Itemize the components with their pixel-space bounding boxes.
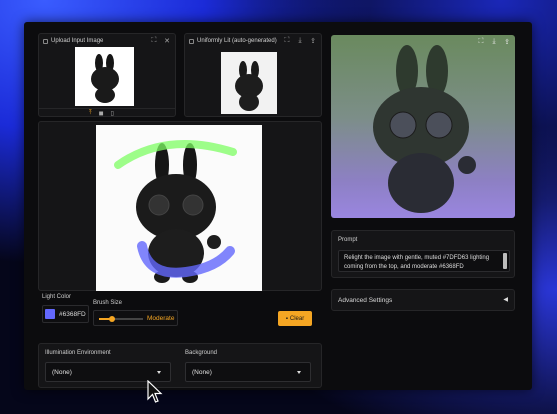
background-select[interactable]: (None) <box>185 362 311 382</box>
brush-size-track[interactable] <box>99 316 143 322</box>
download-icon[interactable]: ⤓ <box>490 38 498 46</box>
prompt-textarea[interactable]: Relight the image with gentle, muted #7D… <box>338 250 510 272</box>
brush-size-label: Brush Size <box>93 300 123 306</box>
uniform-image-thumbnail <box>221 52 277 114</box>
upload-input-panel[interactable]: Upload Input Image ⛶ ✕ ⤒ ◼ ▯ <box>38 33 176 117</box>
brush-size-value: Moderate <box>147 315 175 322</box>
advanced-settings-label: Advanced Settings <box>338 297 393 304</box>
advanced-settings-accordion[interactable]: Advanced Settings ◀ <box>331 289 515 311</box>
illumination-select[interactable]: (None) <box>45 362 171 382</box>
brush-size-control[interactable]: Moderate <box>93 310 178 326</box>
illumination-value: (None) <box>52 368 72 376</box>
prompt-text: Relight the image with gentle, muted #7D… <box>344 255 490 270</box>
uniformly-lit-panel: Uniformly Lit (auto-generated) ⛶ ⤓ ⇪ <box>184 33 322 117</box>
environment-settings-panel: Illumination Environment (None) Backgrou… <box>38 343 322 388</box>
fullscreen-icon[interactable]: ⛶ <box>283 37 291 45</box>
background-value: (None) <box>192 368 212 376</box>
prompt-label: Prompt <box>338 237 358 243</box>
result-image-panel: ⛶ ⤓ ⇪ <box>331 35 515 218</box>
color-swatch <box>45 309 55 319</box>
mouse-cursor <box>147 380 163 403</box>
upload-icon[interactable]: ⤒ <box>89 110 92 117</box>
light-color-value: #6368FD <box>59 310 86 318</box>
sketch-canvas[interactable] <box>96 125 262 291</box>
uniform-label: Uniformly Lit (auto-generated) <box>197 38 277 44</box>
sketch-canvas-panel[interactable] <box>38 121 322 291</box>
download-icon[interactable]: ⤓ <box>296 37 304 45</box>
triangle-left-icon: ◀ <box>503 297 508 303</box>
fullscreen-icon[interactable]: ⛶ <box>477 38 485 46</box>
image-icon <box>189 38 194 44</box>
result-image <box>373 45 476 213</box>
light-color-label: Light Color <box>42 294 72 300</box>
background-label: Background <box>185 350 218 356</box>
prompt-panel: Prompt Relight the image with gentle, mu… <box>331 230 515 278</box>
fullscreen-icon[interactable]: ⛶ <box>150 37 158 45</box>
clipboard-icon[interactable]: ◼ <box>99 110 104 117</box>
eraser-icon: ▪ <box>285 315 288 322</box>
share-icon[interactable]: ⇪ <box>503 38 511 46</box>
green-brush-stroke <box>114 140 237 169</box>
input-image-thumbnail <box>75 47 134 106</box>
textarea-scrollbar[interactable] <box>503 253 507 269</box>
clear-label: Clear <box>289 315 305 322</box>
clear-button[interactable]: ▪ Clear <box>278 311 312 326</box>
app-window: Upload Input Image ⛶ ✕ ⤒ ◼ ▯ Uniformly L… <box>24 22 532 390</box>
chevron-down-icon <box>157 371 161 374</box>
close-icon[interactable]: ✕ <box>163 37 171 45</box>
chevron-down-icon <box>297 371 301 374</box>
trash-icon[interactable]: ▯ <box>111 110 114 117</box>
image-icon <box>43 38 48 44</box>
light-color-picker[interactable]: #6368FD <box>42 305 89 323</box>
illumination-label: Illumination Environment <box>45 350 111 356</box>
share-icon[interactable]: ⇪ <box>309 37 317 45</box>
brush-size-thumb[interactable] <box>109 316 116 322</box>
upload-label: Upload Input Image <box>51 38 104 44</box>
